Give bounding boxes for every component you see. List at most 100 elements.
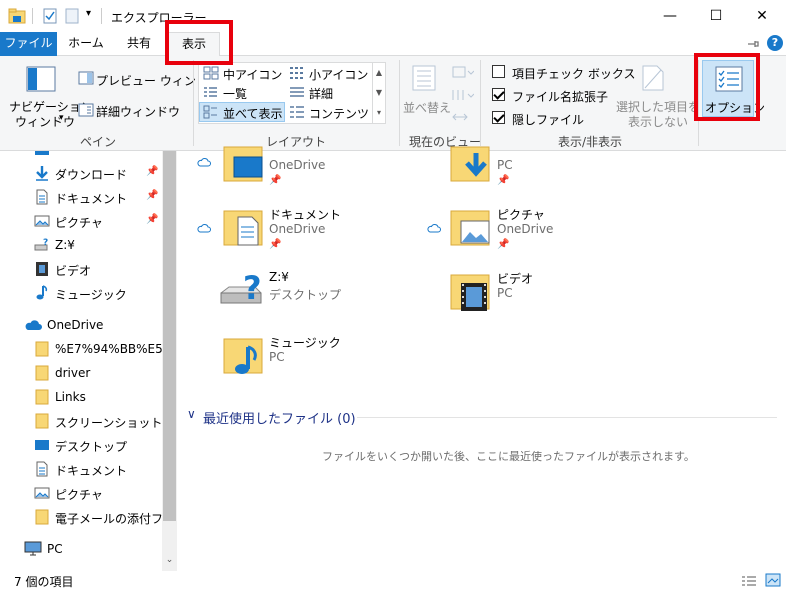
pin-icon[interactable]: 📌	[146, 214, 158, 225]
item-count: 7 個の項目	[14, 575, 74, 589]
video-icon	[36, 262, 48, 276]
ribbon-separator	[193, 60, 194, 146]
nav-item-label: driver	[55, 366, 91, 380]
chevron-down-icon[interactable]: ∨	[187, 407, 196, 421]
details-pane-icon	[78, 103, 94, 117]
details-pane-button[interactable]: 詳細ウィンドウ	[96, 103, 180, 120]
nav-item-documents-onedrive[interactable]: ドキュメント	[0, 457, 162, 481]
sort-by-icon	[412, 65, 436, 91]
folder-music-icon	[223, 338, 263, 374]
properties-icon[interactable]	[42, 8, 58, 24]
pin-icon[interactable]: 📌	[269, 239, 281, 250]
nav-item-label: ビデオ	[55, 264, 92, 278]
list-icon	[204, 87, 217, 97]
maximize-button[interactable]: ☐	[693, 0, 739, 32]
group-by-icon[interactable]	[452, 65, 474, 79]
nav-item-downloads[interactable]: ダウンロード 📌	[0, 161, 162, 185]
folder-desktop-icon	[223, 146, 263, 182]
pin-ribbon-icon[interactable]	[746, 37, 760, 51]
section-divider	[357, 417, 777, 418]
nav-item-pictures-onedrive[interactable]: ピクチャ	[0, 481, 162, 505]
nav-item-desktop[interactable]: デスクトップ	[0, 433, 162, 457]
nav-item-driver[interactable]: driver	[0, 361, 162, 385]
nav-item-z-drive[interactable]: ? Z:¥	[0, 233, 162, 257]
chevron-down-icon: ▾	[59, 113, 64, 123]
svg-text:?: ?	[43, 238, 48, 248]
onedrive-cloud-icon	[25, 320, 42, 330]
nav-item-label: %E7%94%BB%E5%8	[55, 342, 177, 356]
tab-share[interactable]: 共有	[117, 32, 161, 56]
layout-group-label: レイアウト	[266, 135, 327, 149]
nav-item-label: デスクトップ	[55, 440, 128, 454]
item-checkboxes-checkbox[interactable]	[492, 65, 505, 78]
nav-item-videos[interactable]: ビデオ	[0, 257, 162, 281]
document-icon	[36, 461, 48, 477]
nav-item-label: ドキュメント	[55, 192, 128, 206]
desktop-icon	[35, 440, 49, 450]
layout-gallery-scroll[interactable]: ▲ ▼ ▾	[372, 63, 385, 123]
pin-icon[interactable]: 📌	[146, 190, 158, 201]
size-columns-icon[interactable]	[452, 110, 468, 124]
scroll-down-chevron-icon[interactable]: ⌄	[163, 555, 176, 565]
details-option[interactable]: 詳細	[309, 85, 333, 102]
explorer-icon	[8, 8, 26, 24]
tiles-option[interactable]: 並べて表示	[223, 105, 283, 122]
nav-item-label: 電子メールの添付ファイ	[55, 512, 177, 526]
tile-name: ドキュメント	[269, 208, 342, 222]
pin-icon[interactable]: 📌	[497, 175, 509, 186]
close-button[interactable]: ✕	[739, 0, 785, 32]
pin-icon[interactable]: 📌	[146, 166, 158, 177]
svg-text:?: ?	[243, 269, 262, 307]
tile-location: デスクトップ	[269, 288, 342, 302]
content-option[interactable]: コンテンツ	[309, 105, 369, 122]
status-bar: 7 個の項目	[0, 571, 786, 593]
add-columns-icon[interactable]	[452, 88, 474, 102]
nav-item-label: ドキュメント	[55, 464, 128, 478]
tile-location: PC	[497, 286, 513, 300]
nav-item-folder[interactable]: %E7%94%BB%E5%8	[0, 337, 177, 361]
picture-icon	[34, 215, 50, 227]
recent-files-header[interactable]: 最近使用したファイル (0)	[203, 408, 356, 427]
new-folder-icon[interactable]	[64, 8, 80, 24]
highlight-options-button	[694, 53, 760, 121]
large-icons-view-toggle-icon[interactable]	[765, 573, 781, 587]
quick-access-dropdown-icon[interactable]: ▾	[86, 8, 91, 19]
download-arrow-icon	[36, 166, 48, 181]
pin-icon[interactable]: 📌	[269, 175, 281, 186]
tab-home[interactable]: ホーム	[62, 32, 110, 56]
nav-item-links[interactable]: Links	[0, 385, 162, 409]
help-icon[interactable]: ?	[767, 35, 783, 51]
highlight-view-tab	[165, 20, 233, 65]
list-option[interactable]: 一覧	[223, 85, 247, 102]
folder-picture-icon	[450, 210, 490, 246]
pane-group-label: ペイン	[80, 135, 117, 149]
ribbon: ナビゲーション ウィンドウ ▾ プレビュー ウィンドウ 詳細ウィンドウ ペイン …	[0, 56, 786, 151]
details-view-toggle-icon[interactable]	[741, 574, 757, 588]
nav-scrollbar-thumb[interactable]	[163, 151, 176, 521]
nav-item-pictures[interactable]: ピクチャ 📌	[0, 209, 162, 233]
hidden-items-checkbox[interactable]	[492, 111, 505, 124]
nav-item-label: Links	[55, 390, 86, 404]
small-icons-option[interactable]: 小アイコン	[309, 66, 368, 83]
sort-by-button[interactable]: 並べ替え	[403, 99, 451, 116]
navigation-pane: ダウンロード 📌 ドキュメント 📌 ピクチャ 📌 ? Z:¥ ビデオ ミュージッ…	[0, 151, 177, 571]
nav-item-pc[interactable]: PC	[0, 537, 162, 561]
folder-icon	[35, 413, 49, 429]
pin-icon[interactable]: 📌	[497, 239, 509, 250]
file-extensions-checkbox[interactable]	[492, 88, 505, 101]
cloud-status-icon	[197, 224, 211, 233]
nav-item-screenshots[interactable]: スクリーンショット	[0, 409, 162, 433]
nav-item-music[interactable]: ミュージック	[0, 281, 162, 305]
tab-file[interactable]: ファイル	[0, 32, 57, 56]
nav-item-onedrive[interactable]: OneDrive	[0, 313, 162, 337]
item-checkboxes-label: 項目チェック ボックス	[512, 67, 636, 81]
nav-item-documents[interactable]: ドキュメント 📌	[0, 185, 162, 209]
minimize-button[interactable]: —	[647, 0, 693, 32]
tile-name: Z:¥	[269, 270, 289, 284]
folder-video-icon	[450, 274, 490, 311]
nav-item-label: PC	[47, 542, 63, 556]
nav-item-email-attachments[interactable]: 電子メールの添付ファイ	[0, 505, 177, 529]
tiles-icon	[203, 105, 217, 119]
medium-icons-option[interactable]: 中アイコン	[223, 66, 282, 83]
folder-document-icon	[223, 210, 263, 246]
